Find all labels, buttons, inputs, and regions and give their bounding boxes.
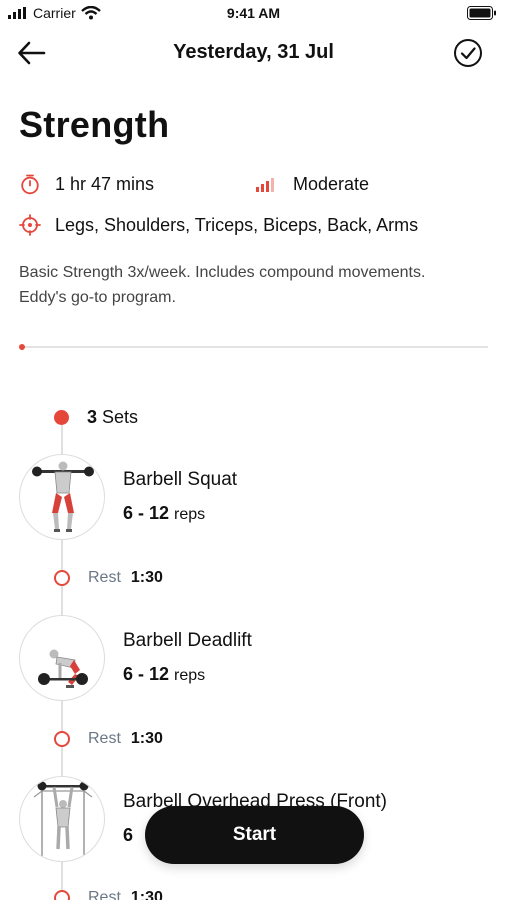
overhead-press-illustration [33, 781, 93, 861]
muscles-row: Legs, Shoulders, Triceps, Biceps, Back, … [19, 214, 418, 236]
exercise-item[interactable]: Barbell Deadlift 6 - 12 reps [19, 615, 489, 703]
nav-title: Yesterday, 31 Jul [173, 41, 334, 63]
rest-value: 1:30 [130, 730, 163, 747]
rest-value: 1:30 [130, 889, 163, 900]
exercise-thumbnail [19, 454, 105, 540]
exercise-reps: 6 - 12 reps [123, 664, 205, 685]
stopwatch-icon [21, 174, 39, 195]
progress-track [19, 344, 488, 350]
rest-row: Rest 1:30 [54, 730, 163, 748]
sets-label: 3 Sets [87, 407, 138, 428]
intensity-row: Moderate [253, 173, 369, 195]
exercise-item[interactable]: Barbell Squat 6 - 12 reps [19, 454, 489, 542]
exercise-thumbnail [19, 776, 105, 862]
status-time: 9:41 AM [226, 5, 281, 21]
squat-illustration [32, 461, 94, 532]
rest-ring [54, 731, 70, 747]
rest-row: Rest 1:30 [54, 569, 163, 587]
duration-row: 1 hr 47 mins [19, 173, 154, 195]
rest-label: Rest [88, 889, 121, 900]
sets-count: 3 [87, 407, 98, 427]
reps-value: 6 - 12 [123, 664, 170, 684]
intensity-bars-icon [256, 178, 274, 192]
exercise-reps: 6 - 12 reps [123, 503, 205, 524]
rest-label: Rest [88, 730, 121, 747]
sets-word: Sets [102, 407, 139, 427]
reps-value: 6 [123, 825, 134, 845]
start-button[interactable]: Start [145, 806, 364, 864]
rest-value: 1:30 [130, 569, 163, 586]
exercise-name: Barbell Squat [123, 469, 238, 490]
check-circle-icon[interactable] [453, 38, 483, 68]
exercise-name: Barbell Deadlift [123, 630, 252, 651]
exercise-reps: 6 [123, 825, 133, 846]
workout-description: Basic Strength 3x/week. Includes compoun… [19, 264, 426, 306]
rest-ring [54, 570, 70, 586]
muscles-value: Legs, Shoulders, Triceps, Biceps, Back, … [55, 214, 419, 235]
reps-unit: reps [174, 506, 206, 523]
rest-label: Rest [88, 569, 121, 586]
exercise-thumbnail [19, 615, 105, 701]
target-icon [19, 214, 41, 236]
reps-value: 6 - 12 [123, 503, 170, 523]
reps-unit: reps [174, 667, 206, 684]
intensity-value: Moderate [293, 173, 370, 194]
rest-row: Rest 1:30 [54, 889, 163, 900]
workout-title: Strength [19, 104, 170, 145]
deadlift-illustration [38, 649, 88, 688]
battery-icon [467, 6, 496, 20]
duration-value: 1 hr 47 mins [55, 173, 155, 194]
status-bar: Carrier 9:41 AM [0, 0, 507, 26]
nav-bar: Yesterday, 31 Jul [0, 32, 507, 74]
progress-indicator [19, 344, 25, 350]
sets-dot [54, 410, 69, 425]
rest-ring [54, 890, 70, 900]
